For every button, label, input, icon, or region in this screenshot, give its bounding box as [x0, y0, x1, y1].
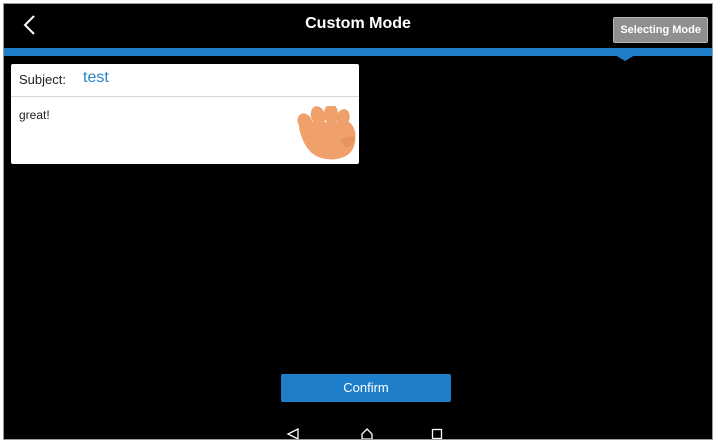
selecting-mode-button[interactable]: Selecting Mode — [613, 17, 708, 43]
header-divider — [4, 48, 712, 56]
message-card: Subject: test great! — [11, 64, 359, 164]
nav-recent-icon[interactable] — [430, 428, 444, 440]
subject-input[interactable]: test — [83, 69, 109, 87]
message-body[interactable]: great! — [19, 108, 50, 122]
header-notch — [615, 55, 635, 61]
top-bar: Custom Mode Selecting Mode — [4, 4, 712, 48]
app-screen: Custom Mode Selecting Mode Subject: test… — [3, 3, 713, 440]
confirm-button[interactable]: Confirm — [281, 374, 451, 402]
nav-back-icon[interactable] — [286, 428, 300, 440]
subject-label: Subject: — [19, 72, 66, 87]
subject-row[interactable]: Subject: test — [11, 64, 359, 97]
hand-pointer-icon — [297, 106, 356, 160]
nav-home-icon[interactable] — [360, 428, 374, 440]
page-title: Custom Mode — [305, 15, 411, 32]
